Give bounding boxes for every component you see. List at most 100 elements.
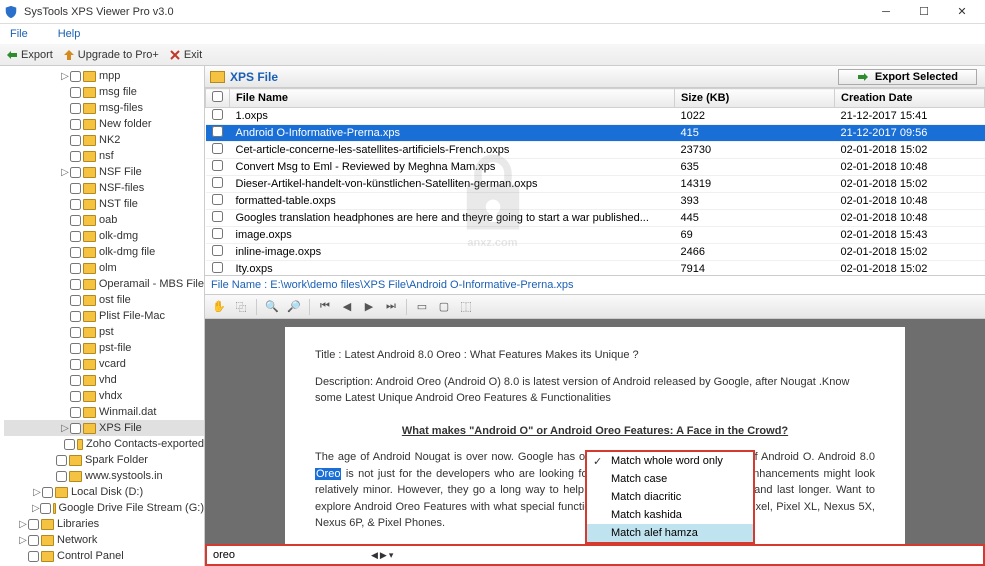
search-prev-icon[interactable]: ◀ [371, 550, 378, 561]
tree-item[interactable]: www.systools.in [4, 468, 204, 484]
tree-item[interactable]: ▷Libraries [4, 516, 204, 532]
folder-icon [53, 503, 56, 514]
tree-item[interactable]: oab [4, 212, 204, 228]
table-row[interactable]: formatted-table.oxps39302-01-2018 10:48 [206, 193, 985, 210]
tree-item[interactable]: ▷Google Drive File Stream (G:) [4, 500, 204, 516]
table-row[interactable]: Cet-article-concerne-les-satellites-arti… [206, 142, 985, 159]
zoom-out-icon[interactable]: 🔎 [284, 298, 304, 316]
window-title: SysTools XPS Viewer Pro v3.0 [24, 6, 867, 18]
tree-item[interactable]: Operamail - MBS File [4, 276, 204, 292]
col-size[interactable]: Size (KB) [675, 89, 835, 108]
table-row[interactable]: 1.oxps102221-12-2017 15:41 [206, 108, 985, 125]
tree-item[interactable]: ▷XPS File [4, 420, 204, 436]
fit-page-icon[interactable]: ▢ [434, 298, 454, 316]
tree-item[interactable]: Winmail.dat [4, 404, 204, 420]
file-table-wrap[interactable]: File Name Size (KB) Creation Date 1.oxps… [205, 88, 985, 276]
match-option[interactable]: Match alef hamza [587, 524, 753, 542]
table-row[interactable]: image.oxps6902-01-2018 15:43 [206, 227, 985, 244]
folder-icon [69, 455, 82, 466]
tree-item[interactable]: pst-file [4, 340, 204, 356]
match-option[interactable]: Match whole word only [587, 452, 753, 470]
table-row[interactable]: Ity.oxps791402-01-2018 15:02 [206, 261, 985, 277]
tree-item[interactable]: NK2 [4, 132, 204, 148]
folder-icon [83, 391, 96, 402]
tree-item[interactable]: olk-dmg [4, 228, 204, 244]
folder-tree[interactable]: ▷mppmsg filemsg-filesNew folderNK2nsf▷NS… [0, 66, 205, 566]
tree-item[interactable]: nsf [4, 148, 204, 164]
folder-icon [83, 87, 96, 98]
tree-item[interactable]: msg-files [4, 100, 204, 116]
file-table: File Name Size (KB) Creation Date 1.oxps… [205, 88, 985, 276]
fit-width-icon[interactable]: ▭ [412, 298, 432, 316]
panel-title: XPS File [230, 70, 838, 84]
table-row[interactable]: Convert Msg to Eml - Reviewed by Meghna … [206, 159, 985, 176]
table-row[interactable]: Dieser-Artikel-handelt-von-künstlichen-S… [206, 176, 985, 193]
tree-item[interactable]: vcard [4, 356, 204, 372]
folder-icon [83, 407, 96, 418]
prev-page-icon[interactable]: ◀ [337, 298, 357, 316]
menu-help[interactable]: Help [58, 28, 81, 40]
hand-tool-icon[interactable]: ✋ [209, 298, 229, 316]
table-row[interactable]: inline-image.oxps246602-01-2018 15:02 [206, 244, 985, 261]
tree-item[interactable]: Plist File-Mac [4, 308, 204, 324]
tree-item[interactable]: pst [4, 324, 204, 340]
export-selected-button[interactable]: Export Selected [838, 69, 977, 85]
tree-item[interactable]: ▷NSF File [4, 164, 204, 180]
col-filename[interactable]: File Name [230, 89, 675, 108]
match-option[interactable]: Match diacritic [587, 488, 753, 506]
tree-item[interactable]: NSF-files [4, 180, 204, 196]
tree-item[interactable]: ▷Local Disk (D:) [4, 484, 204, 500]
folder-icon [83, 247, 96, 258]
maximize-button[interactable]: ☐ [905, 2, 943, 22]
search-options-icon[interactable]: ▾ [389, 550, 394, 561]
panel-header: XPS File Export Selected [205, 66, 985, 88]
last-page-icon[interactable]: ⏭ [381, 298, 401, 316]
menu-file[interactable]: File [10, 28, 28, 40]
tree-item[interactable]: vhd [4, 372, 204, 388]
search-input[interactable] [207, 547, 367, 563]
menu-bar: File Help [0, 24, 985, 44]
folder-icon [83, 135, 96, 146]
select-all-checkbox[interactable] [212, 91, 223, 102]
tree-item[interactable]: ost file [4, 292, 204, 308]
folder-icon [77, 439, 83, 450]
folder-icon [83, 279, 96, 290]
folder-icon [83, 103, 96, 114]
col-date[interactable]: Creation Date [835, 89, 985, 108]
tree-item[interactable]: vhdx [4, 388, 204, 404]
next-page-icon[interactable]: ▶ [359, 298, 379, 316]
tree-item[interactable]: olm [4, 260, 204, 276]
tree-item[interactable]: New folder [4, 116, 204, 132]
tree-item[interactable]: NST file [4, 196, 204, 212]
match-option[interactable]: Match kashida [587, 506, 753, 524]
tree-item[interactable]: msg file [4, 84, 204, 100]
match-options-menu[interactable]: Match whole word onlyMatch caseMatch dia… [585, 450, 755, 544]
first-page-icon[interactable]: ⏮ [315, 298, 335, 316]
folder-icon [83, 183, 96, 194]
search-highlight: Oreo [315, 468, 341, 480]
close-button[interactable]: ✕ [943, 2, 981, 22]
folder-icon [83, 295, 96, 306]
export-icon [6, 49, 18, 61]
table-row[interactable]: Android O-Informative-Prerna.xps41521-12… [206, 125, 985, 142]
tree-item[interactable]: Control Panel [4, 548, 204, 564]
tree-item[interactable]: Zoho Contacts-exported [4, 436, 204, 452]
export-button[interactable]: Export [6, 49, 53, 61]
match-option[interactable]: Match case [587, 470, 753, 488]
copy-icon[interactable]: ⿻ [231, 298, 251, 316]
exit-button[interactable]: Exit [169, 49, 202, 61]
tree-item[interactable]: olk-dmg file [4, 244, 204, 260]
tree-item[interactable]: Spark Folder [4, 452, 204, 468]
zoom-in-icon[interactable]: 🔍 [262, 298, 282, 316]
minimize-button[interactable]: ─ [867, 2, 905, 22]
doc-title: Title : Latest Android 8.0 Oreo : What F… [315, 347, 875, 364]
upgrade-button[interactable]: Upgrade to Pro+ [63, 49, 159, 61]
app-icon [4, 5, 18, 19]
table-row[interactable]: Googles translation headphones are here … [206, 210, 985, 227]
tree-item[interactable]: ▷Network [4, 532, 204, 548]
search-next-icon[interactable]: ▶ [380, 550, 387, 561]
folder-icon [55, 487, 68, 498]
tree-item[interactable]: ▷mpp [4, 68, 204, 84]
two-page-icon[interactable]: ⿰ [456, 298, 476, 316]
upgrade-icon [63, 49, 75, 61]
